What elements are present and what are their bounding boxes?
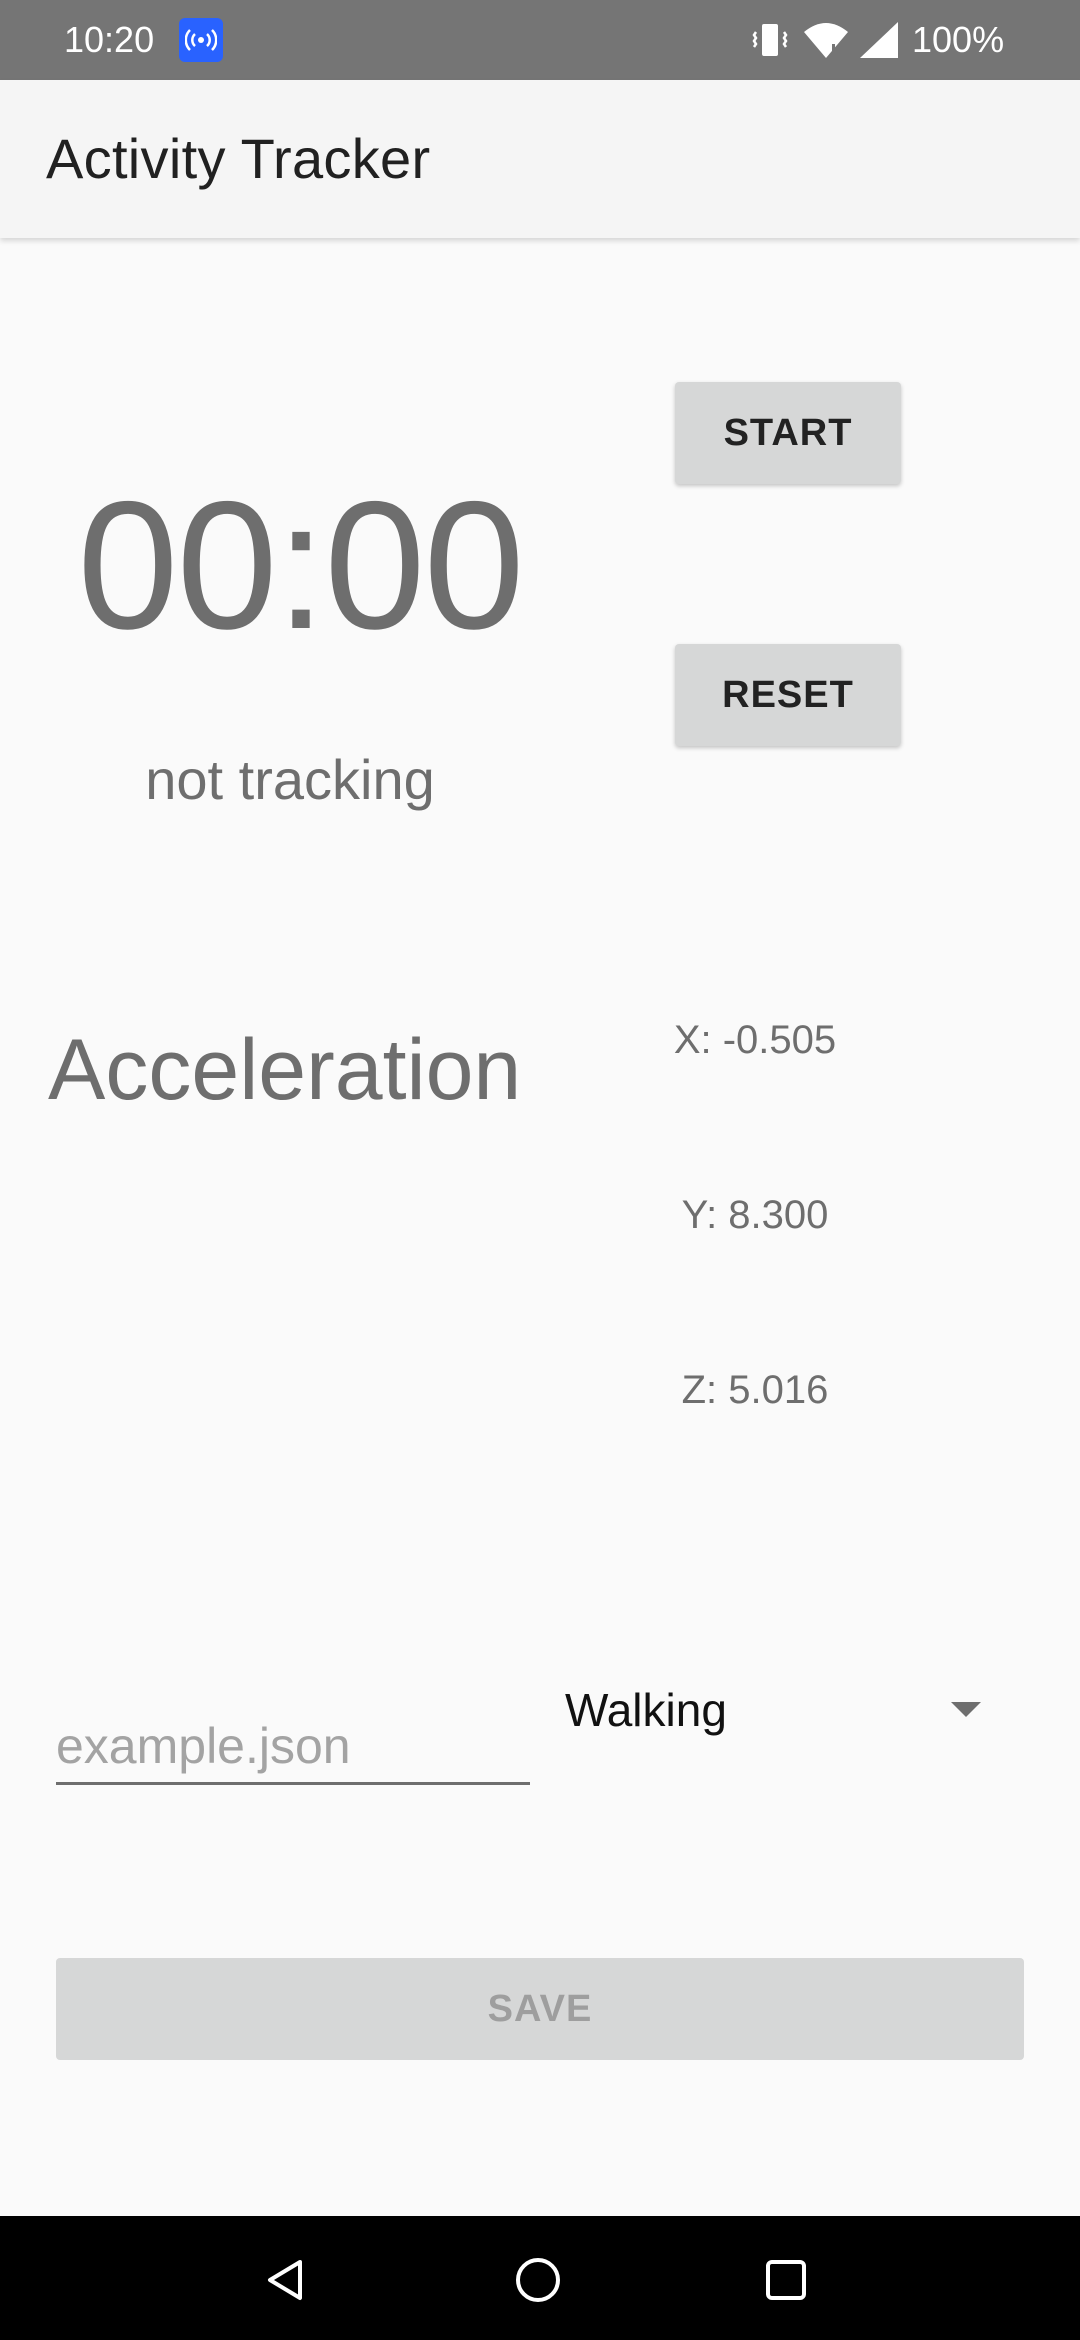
- status-bar: 10:20 100%: [0, 0, 1080, 80]
- home-icon[interactable]: [512, 2254, 564, 2311]
- acceleration-z: Z: 5.016: [681, 1368, 829, 1412]
- elapsed-time: 00:00: [77, 463, 524, 667]
- reset-button[interactable]: RESET: [675, 644, 901, 746]
- dropdown-arrow-icon: [951, 1702, 981, 1717]
- app-title: Activity Tracker: [46, 127, 431, 190]
- recents-icon[interactable]: [762, 2256, 810, 2309]
- signal-icon: [858, 20, 902, 65]
- battery-level: 100%: [912, 19, 1005, 60]
- back-icon[interactable]: [262, 2256, 310, 2309]
- acceleration-heading: Acceleration: [48, 1022, 522, 1118]
- start-button[interactable]: START: [675, 382, 901, 484]
- activity-selected-value: Walking: [565, 1684, 727, 1736]
- status-time: 10:20: [64, 19, 155, 60]
- navigation-bar: [0, 2216, 1080, 2340]
- activity-spinner[interactable]: Walking: [565, 1672, 995, 1746]
- hotspot-icon: [179, 18, 223, 62]
- acceleration-y: Y: 8.300: [681, 1193, 829, 1237]
- app-bar: Activity Tracker: [0, 80, 1080, 238]
- acceleration-x: X: -0.505: [673, 1018, 837, 1062]
- save-button[interactable]: SAVE: [56, 1958, 1024, 2060]
- vibrate-icon: [750, 20, 790, 65]
- filename-input[interactable]: [56, 1710, 530, 1785]
- wifi-icon: [802, 22, 850, 65]
- tracking-status: not tracking: [145, 748, 435, 811]
